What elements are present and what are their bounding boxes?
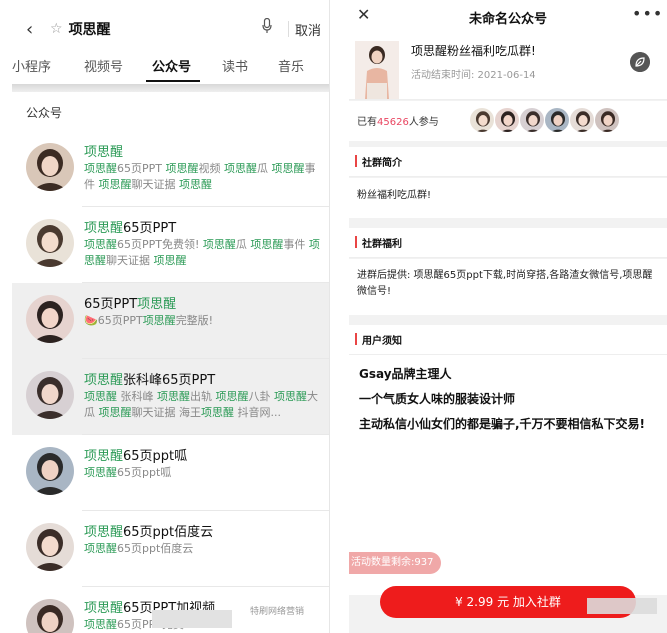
participant-avatar [519, 107, 545, 133]
result-row[interactable]: 项思醒张科峰65页PPT 项思醒 张科峰 项思醒出轨 项思醒八卦 项思醒大瓜 项思… [12, 359, 329, 435]
participants-count: 45626 [377, 117, 409, 128]
account-avatar [26, 523, 74, 571]
section-marker [355, 236, 357, 248]
account-avatar [26, 599, 74, 633]
notice-line-1: Gsay品牌主理人 [359, 367, 452, 381]
notice-header: 用户须知 [349, 325, 667, 355]
group-name: 项思醒粉丝福利吃瓜群! [411, 44, 536, 58]
account-name: 65页PPT项思醒 [84, 297, 177, 312]
blurred-watermark [152, 610, 232, 628]
search-input[interactable]: 项思醒 [69, 19, 111, 39]
notice-line-2: 一个气质女人味的服装设计师 [359, 392, 516, 406]
more-icon[interactable]: ••• [632, 4, 663, 23]
divider [288, 21, 289, 37]
notice-heading: 用户须知 [362, 336, 402, 347]
page-title: 未命名公众号 [468, 12, 547, 27]
remaining-count-badge: 活动数量剩余:937 [349, 552, 442, 574]
group-thumbnail [355, 41, 399, 99]
participant-avatar [594, 107, 620, 133]
account-name: 项思醒张科峰65页PPT [84, 373, 216, 388]
account-description: 项思醒 张科峰 项思醒出轨 项思醒八卦 项思醒大瓜 项思醒聊天证据 海王项思醒 … [84, 390, 318, 419]
participant-avatar [544, 107, 570, 133]
intro-text: 粉丝福利吃瓜群! [357, 190, 432, 201]
tab-music[interactable]: 音乐 [278, 56, 304, 75]
search-results-panel: ‹ ☆ 项思醒 取消 小程序 视频号 公众号 读书 音乐 公众号 项思醒 项思醒6… [12, 0, 330, 633]
account-description: 项思醒65页ppt佰度云 [84, 542, 194, 555]
benefit-heading: 社群福利 [362, 239, 402, 250]
account-name: 项思醒65页PPT [84, 221, 177, 236]
section-title: 公众号 [26, 106, 63, 120]
page-header: ✕ 未命名公众号 ••• [349, 0, 667, 34]
tab-bar: 小程序 视频号 公众号 读书 音乐 [12, 52, 329, 84]
section-marker [355, 155, 357, 167]
tab-official-accounts[interactable]: 公众号 [152, 56, 191, 75]
notice-line-3: 主动私信小仙女们的都是骗子,千万不要相信私下交易! [359, 417, 646, 431]
account-description: 项思醒65页PPT免费领! 项思醒瓜 项思醒事件 项思醒聊天证据 项思醒 [84, 238, 320, 267]
tab-channels[interactable]: 视频号 [84, 56, 123, 75]
account-description: 项思醒65页ppt呱 [84, 466, 172, 479]
tab-mini-programs[interactable]: 小程序 [12, 56, 51, 75]
participant-avatar [569, 107, 595, 133]
tab-books[interactable]: 读书 [222, 56, 248, 75]
account-avatar [26, 295, 74, 343]
star-icon[interactable]: ☆ [50, 21, 63, 37]
tab-bar-shadow [12, 84, 329, 92]
result-row[interactable]: 65页PPT项思醒 🍉65页PPT项思醒完整版! [12, 283, 329, 359]
participants-count-text: 已有45626人参与 [357, 117, 439, 128]
result-row[interactable]: 项思醒项思醒65页PPT 项思醒视频 项思醒瓜 项思醒事件 项思醒聊天证据 项思… [12, 131, 329, 207]
account-name: 项思醒65页ppt呱 [84, 449, 188, 464]
cancel-button[interactable]: 取消 [295, 20, 321, 39]
result-row[interactable]: 项思醒65页ppt呱 项思醒65页ppt呱 [12, 435, 329, 511]
microphone-icon[interactable] [262, 18, 272, 34]
blurred-watermark [587, 598, 657, 614]
participants-row: 已有45626人参与 [349, 101, 667, 141]
participant-avatar [469, 107, 495, 133]
account-description: 项思醒65页PPT 项思醒视频 项思醒瓜 项思醒事件 项思醒聊天证据 项思醒 [84, 162, 316, 191]
benefit-body: 进群后提供: 项思醒65页ppt下载,时尚穿搭,各路渣女微信号,项思醒微信号! [349, 259, 667, 315]
section-marker [355, 333, 357, 345]
watermark-text: 特刷网络营销 [250, 607, 305, 617]
active-tab-indicator [146, 80, 200, 82]
intro-heading: 社群简介 [362, 158, 402, 169]
participant-avatar [494, 107, 520, 133]
account-avatar [26, 371, 74, 419]
account-name: 项思醒 [84, 145, 124, 160]
account-description: 🍉65页PPT项思醒完整版! [84, 314, 214, 327]
intro-body: 粉丝福利吃瓜群! [349, 178, 667, 218]
result-row[interactable]: 项思醒65页PPT 项思醒65页PPT免费领! 项思醒瓜 项思醒事件 项思醒聊天证… [12, 207, 329, 283]
search-bar: ‹ ☆ 项思醒 取消 [12, 12, 329, 46]
intro-header: 社群简介 [349, 147, 667, 177]
result-row[interactable]: 项思醒65页ppt佰度云 项思醒65页ppt佰度云 [12, 511, 329, 587]
group-end-date: 活动结束时间: 2021-06-14 [411, 70, 536, 81]
account-avatar [26, 143, 74, 191]
group-page-panel: ✕ 未命名公众号 ••• 项思醒粉丝福利吃瓜群! 活动结束时间: 2021-06… [349, 0, 667, 633]
account-avatar [26, 219, 74, 267]
account-name: 项思醒65页ppt佰度云 [84, 525, 214, 540]
benefit-header: 社群福利 [349, 228, 667, 258]
account-avatar [26, 447, 74, 495]
leaf-icon [630, 52, 650, 72]
benefit-text: 进群后提供: 项思醒65页ppt下载,时尚穿搭,各路渣女微信号,项思醒微信号! [357, 270, 653, 297]
back-icon[interactable]: ‹ [26, 19, 46, 40]
group-card[interactable]: 项思醒粉丝福利吃瓜群! 活动结束时间: 2021-06-14 [349, 34, 667, 100]
